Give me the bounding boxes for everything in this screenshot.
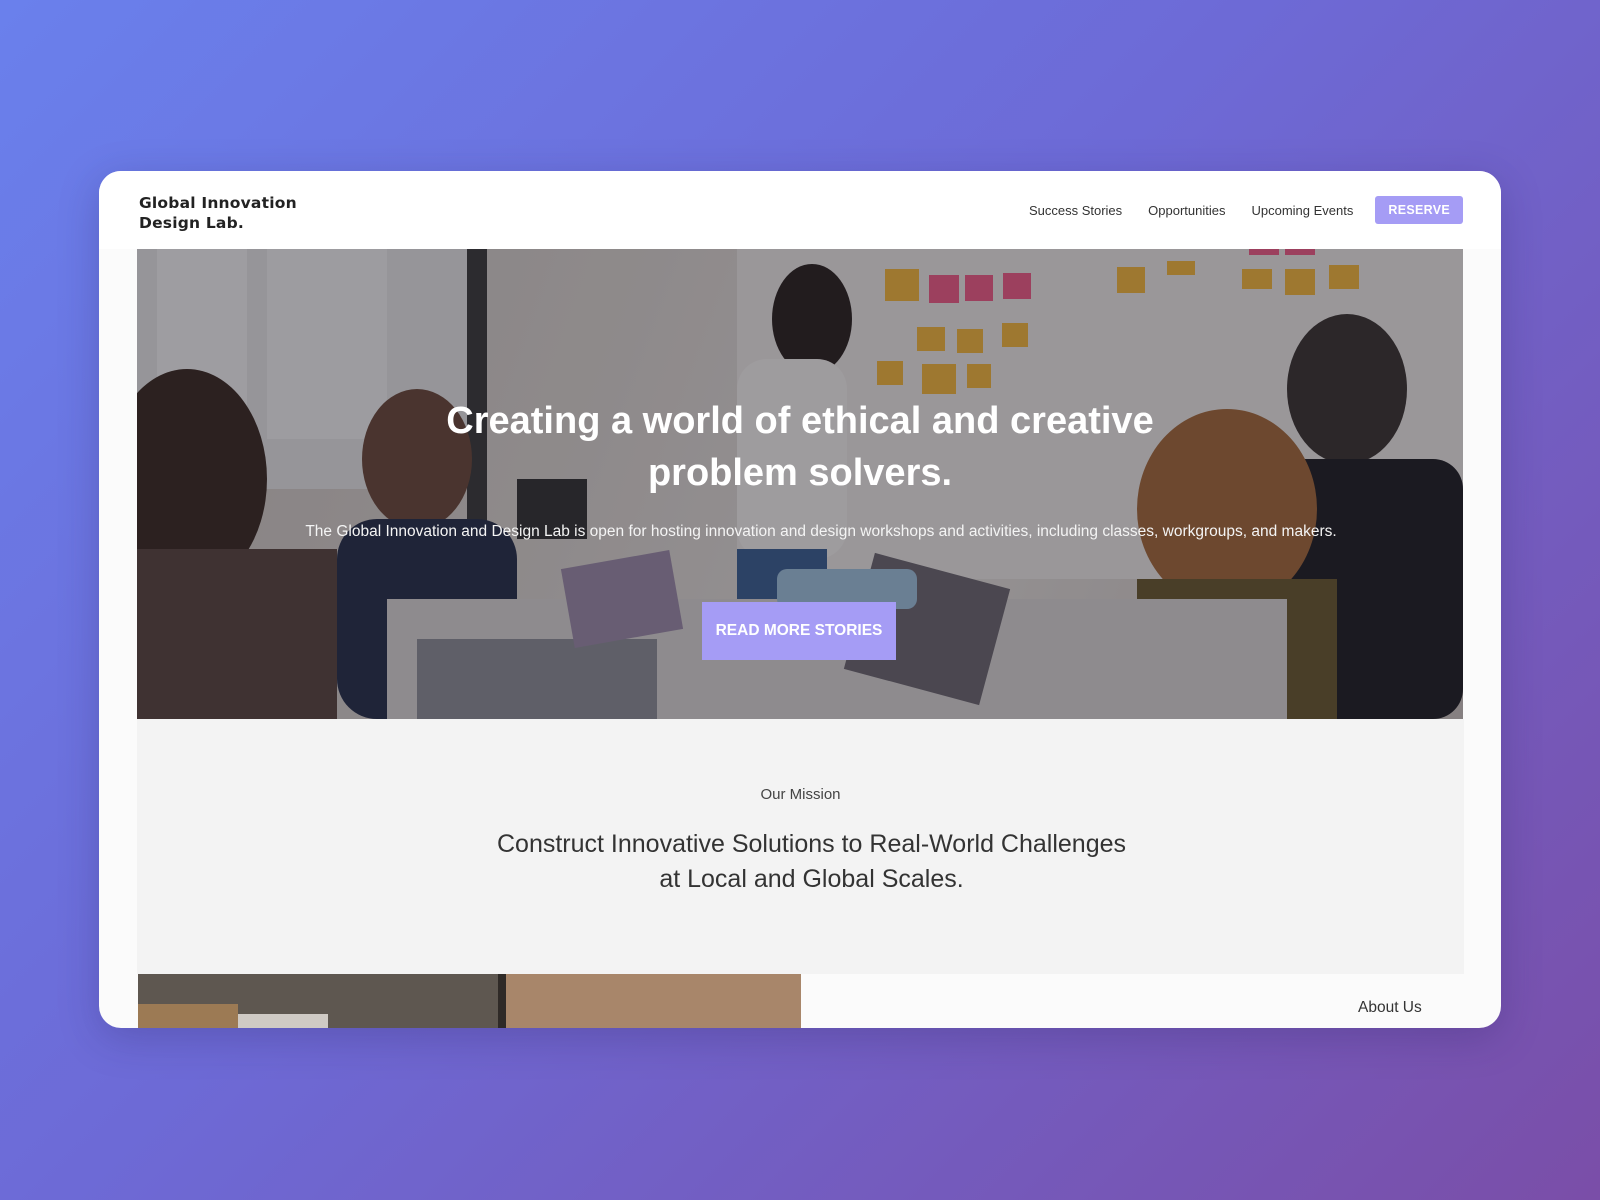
nav-success-stories[interactable]: Success Stories	[1029, 203, 1122, 218]
website-card: Global Innovation Design Lab. Success St…	[99, 171, 1501, 1028]
mission-title: Construct Innovative Solutions to Real-W…	[137, 827, 1464, 897]
site-logo[interactable]: Global Innovation Design Lab.	[139, 193, 297, 233]
mission-title-line-1: Construct Innovative Solutions to Real-W…	[496, 830, 1127, 858]
hero-title-line-2: problem solvers.	[647, 452, 953, 494]
logo-line-1: Global Innovation	[139, 194, 297, 212]
hero-subtitle: The Global Innovation and Design Lab is …	[305, 523, 1337, 540]
mission-eyebrow: Our Mission	[760, 786, 841, 803]
nav-opportunities[interactable]: Opportunities	[1148, 203, 1225, 218]
main-nav: Success Stories Opportunities Upcoming E…	[1029, 196, 1463, 224]
about-image	[138, 974, 801, 1028]
about-photo	[138, 974, 801, 1028]
nav-upcoming-events[interactable]: Upcoming Events	[1251, 203, 1353, 218]
hero-section: Creating a world of ethical and creative…	[137, 249, 1463, 719]
about-us-heading: About Us	[1358, 999, 1422, 1016]
read-more-stories-button[interactable]: READ MORE STORIES	[702, 602, 896, 660]
reserve-button[interactable]: RESERVE	[1375, 196, 1463, 224]
mission-title-line-2: at Local and Global Scales.	[659, 865, 964, 893]
hero-title: Creating a world of ethical and creative…	[137, 395, 1463, 499]
hero-title-line-1: Creating a world of ethical and creative	[446, 400, 1154, 442]
site-header: Global Innovation Design Lab. Success St…	[99, 171, 1501, 249]
logo-line-2: Design Lab.	[139, 214, 244, 232]
mission-section: Our Mission Construct Innovative Solutio…	[137, 719, 1464, 974]
